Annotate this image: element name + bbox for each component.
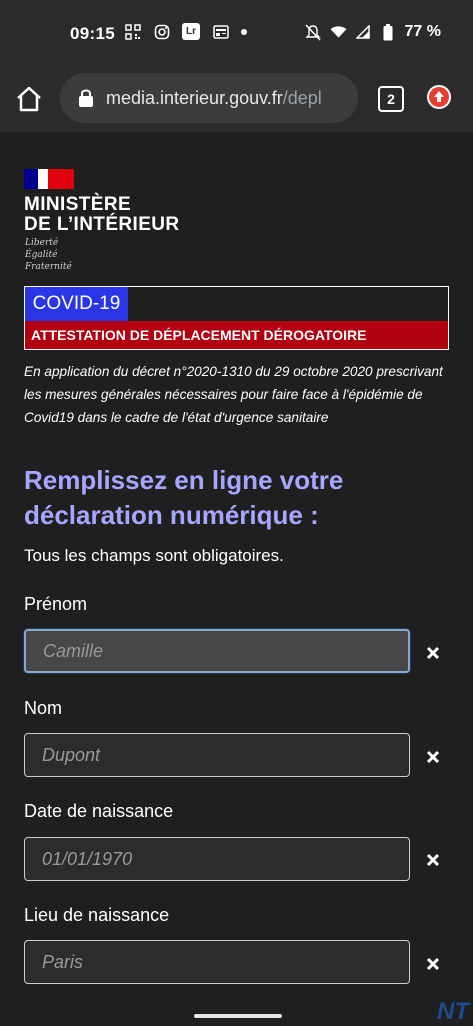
firstname-input[interactable] [41,639,408,663]
page-content: MINISTÈRE DE L’INTÉRIEUR Liberté Égalité… [0,132,473,1004]
news-icon [212,23,229,40]
lastname-field[interactable] [24,733,410,777]
mandatory-note: Tous les champs sont obligatoires. [24,546,284,565]
firstname-label: Prénom [24,594,88,614]
clock: 09:15 [70,24,115,43]
close-icon [426,750,440,764]
motto-liberte: Liberté [25,238,59,248]
ministry-title: MINISTÈRE DE L’INTÉRIEUR [24,195,180,235]
birthdate-label: Date de naissance [24,801,174,821]
watermark-logo: NT [437,998,469,1025]
clear-birthplace-button[interactable] [423,954,443,974]
clear-firstname-button[interactable] [423,643,443,663]
update-arrow-icon [429,87,449,107]
close-icon [426,853,440,867]
birthdate-field[interactable] [24,837,410,881]
firstname-field[interactable] [24,629,410,673]
birthdate-input[interactable] [40,847,409,871]
url-bar[interactable]: media.interieur.gouv.fr/depl [60,73,358,123]
notification-icons: Lr [124,23,247,40]
close-icon [426,646,440,660]
notification-dot [241,28,247,35]
url-domain: media.interieur.gouv.fr [106,87,283,108]
republic-motto: Liberté Égalité Fraternité [25,237,72,273]
lock-icon [79,89,93,107]
chrome-update-button[interactable] [427,85,451,109]
home-icon [17,86,41,112]
browser-toolbar: media.interieur.gouv.fr/depl 2 [0,66,473,132]
lastname-input[interactable] [40,743,409,767]
birthplace-input[interactable] [40,950,409,974]
signal-icon [355,24,372,41]
battery-icon [380,23,397,41]
covid-tag: COVID-19 [25,287,128,321]
covid-header-box: COVID-19 ATTESTATION DE DÉPLACEMENT DÉRO… [24,286,449,350]
birthplace-label: Lieu de naissance [24,905,170,925]
close-icon [426,957,440,971]
motto-fraternite: Fraternité [25,262,72,272]
ministry-line-1: MINISTÈRE [24,194,132,215]
tab-switcher-button[interactable]: 2 [378,86,404,112]
decree-text: En application du décret n°2020-1310 du … [24,364,443,425]
lightroom-icon: Lr [182,23,200,40]
status-bar: 09:15 Lr 77 % [0,0,473,66]
motto-egalite: Égalité [25,250,58,260]
system-icons: 77 % [305,23,441,41]
attestation-banner: ATTESTATION DE DÉPLACEMENT DÉROGATOIRE [25,321,448,349]
gesture-handle[interactable] [194,1014,282,1018]
marianne-logo [24,169,74,189]
clear-birthdate-button[interactable] [423,850,443,870]
battery-percentage: 77 % [404,23,441,40]
form-heading: Remplissez en ligne votre déclaration nu… [24,465,344,530]
clear-lastname-button[interactable] [423,747,443,767]
birthplace-field[interactable] [24,940,410,984]
url-text: media.interieur.gouv.fr/depl [106,88,322,109]
wifi-icon [330,24,347,41]
navigation-bar: NT [0,998,473,1025]
url-path: /depl [282,87,322,108]
lastname-label: Nom [24,698,63,718]
instagram-icon [153,23,170,40]
qr-code-icon [124,23,141,40]
home-button[interactable] [14,84,44,114]
ministry-line-2: DE L’INTÉRIEUR [24,214,180,235]
mute-icon [305,23,322,41]
